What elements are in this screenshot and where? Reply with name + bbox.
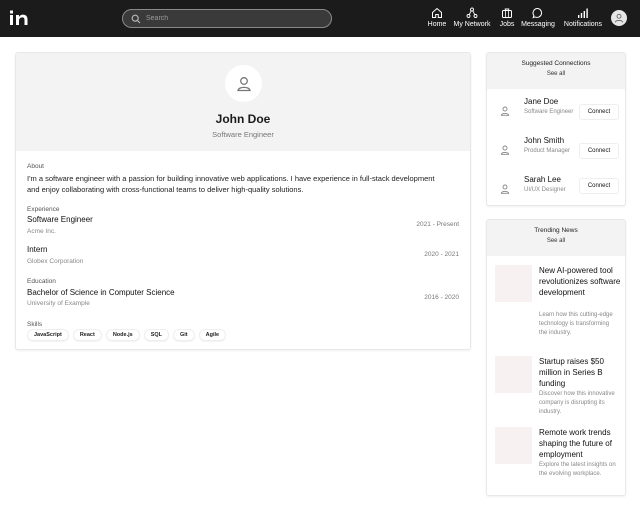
user-icon xyxy=(614,13,624,23)
nav-messaging[interactable]: Messaging xyxy=(520,7,556,31)
skill-chip: SQL xyxy=(143,329,169,341)
profile-avatar xyxy=(225,65,262,102)
nav-jobs[interactable]: Jobs xyxy=(497,7,517,31)
connect-button[interactable]: Connect xyxy=(579,143,619,159)
trending-news-header: Trending News See all xyxy=(487,220,625,256)
connection-role: Product Manager xyxy=(524,148,571,154)
skills-label: Skills xyxy=(27,321,43,328)
news-thumbnail[interactable] xyxy=(495,356,532,393)
experience-label: Experience xyxy=(27,206,60,213)
skill-chip: Git xyxy=(173,329,195,341)
see-all-news-link[interactable]: See all xyxy=(487,238,625,244)
connection-item: John Smith Product Manager Connect xyxy=(487,136,625,170)
suggested-connections-card: Suggested Connections See all Jane Doe S… xyxy=(486,52,626,206)
about-text: I'm a software engineer with a passion f… xyxy=(27,174,435,194)
message-icon xyxy=(532,8,543,19)
education-label: Education xyxy=(27,278,56,285)
profile-header: John Doe Software Engineer xyxy=(16,53,470,151)
connection-name[interactable]: Jane Doe xyxy=(524,97,558,106)
skill-chip: Node.js xyxy=(105,329,140,341)
experience-dates: 2021 - Present xyxy=(416,221,459,228)
education-degree: Bachelor of Science in Computer Science xyxy=(27,288,175,297)
news-headline[interactable]: Remote work trends shaping the future of… xyxy=(539,427,621,460)
network-icon xyxy=(466,7,478,18)
experience-dates: 2020 - 2021 xyxy=(424,251,459,258)
connection-item: Sarah Lee UI/UX Designer Connect xyxy=(487,175,625,205)
nav-my-network[interactable]: My Network xyxy=(452,7,492,31)
connection-item: Jane Doe Software Engineer Connect xyxy=(487,97,625,131)
skills-list: JavaScript React Node.js SQL Git Agile xyxy=(27,329,227,341)
skill-chip: React xyxy=(72,329,102,341)
nav-my-network-label: My Network xyxy=(453,21,491,28)
user-icon xyxy=(500,106,510,116)
experience-title: Software Engineer xyxy=(27,215,93,224)
experience-title: Intern xyxy=(27,245,48,254)
connection-role: UI/UX Designer xyxy=(524,187,566,193)
briefcase-icon xyxy=(502,8,512,18)
signal-icon xyxy=(578,8,588,18)
trending-news-card: Trending News See all New AI-powered too… xyxy=(486,219,626,496)
about-label: About xyxy=(27,163,44,170)
education-dates: 2016 - 2020 xyxy=(424,294,459,301)
search-input[interactable] xyxy=(146,15,316,22)
connection-name[interactable]: John Smith xyxy=(524,136,564,145)
app-logo-icon[interactable] xyxy=(9,10,29,26)
nav-notifications[interactable]: Notifications xyxy=(562,7,604,31)
skill-chip: JavaScript xyxy=(27,329,69,341)
skill-chip: Agile xyxy=(198,329,227,341)
experience-org: Globex Corporation xyxy=(27,258,84,265)
news-summary: Discover how this innovative company is … xyxy=(539,391,615,415)
user-avatar[interactable] xyxy=(611,10,627,26)
suggested-connections-header: Suggested Connections See all xyxy=(487,53,625,89)
nav-messaging-label: Messaging xyxy=(521,21,555,28)
nav-jobs-label: Jobs xyxy=(499,21,515,28)
nav-notifications-label: Notifications xyxy=(563,21,603,28)
profile-card: John Doe Software Engineer About I'm a s… xyxy=(15,52,471,350)
nav-home-label: Home xyxy=(427,21,447,28)
profile-headline: Software Engineer xyxy=(212,130,274,139)
education-school: University of Example xyxy=(27,300,90,307)
news-thumbnail[interactable] xyxy=(495,427,532,464)
user-icon xyxy=(500,184,510,194)
experience-org: Acme Inc. xyxy=(27,228,56,235)
connection-name[interactable]: Sarah Lee xyxy=(524,175,561,184)
profile-name: John Doe xyxy=(215,112,271,126)
see-all-connections-link[interactable]: See all xyxy=(487,71,625,77)
suggested-connections-title: Suggested Connections xyxy=(521,60,591,67)
nav-home[interactable]: Home xyxy=(427,7,447,31)
user-icon xyxy=(500,145,510,155)
news-headline[interactable]: New AI-powered tool revolutionizes softw… xyxy=(539,265,621,298)
connect-button[interactable]: Connect xyxy=(579,104,619,120)
trending-news-title: Trending News xyxy=(534,227,578,234)
news-headline[interactable]: Startup raises $50 million in Series B f… xyxy=(539,356,621,389)
search-bar[interactable] xyxy=(122,9,332,28)
news-thumbnail[interactable] xyxy=(495,265,532,302)
connect-button[interactable]: Connect xyxy=(579,178,619,194)
connection-role: Software Engineer xyxy=(524,109,574,115)
search-icon xyxy=(131,14,141,23)
user-icon xyxy=(236,76,251,91)
top-navigation-bar: Home My Network Jobs Messaging xyxy=(0,0,640,37)
news-summary: Explore the latest insights on the evolv… xyxy=(539,462,616,477)
news-summary: Learn how this cutting-edge technology i… xyxy=(539,312,613,336)
home-icon xyxy=(432,7,442,18)
